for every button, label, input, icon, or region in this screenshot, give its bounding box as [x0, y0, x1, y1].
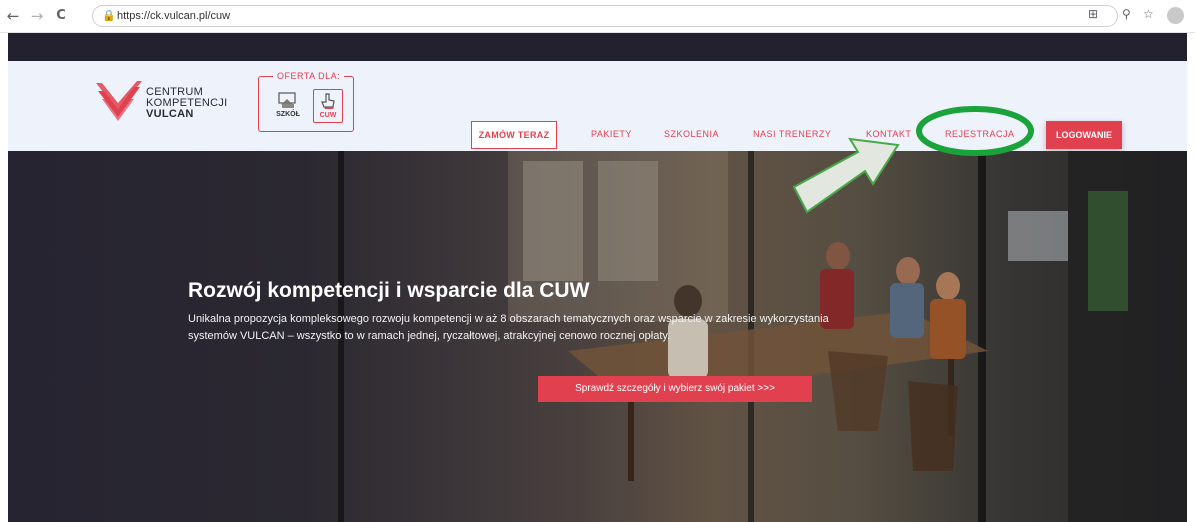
login-button[interactable]: LOGOWANIE [1046, 121, 1122, 149]
offer-label: OFERTA DLA: [273, 71, 345, 81]
website-viewport: CENTRUM KOMPETENCJI VULCAN OFERTA DLA: S… [8, 33, 1187, 522]
offer-item-cuw[interactable]: CUW [313, 89, 343, 123]
reload-icon[interactable]: C [52, 7, 70, 25]
back-icon[interactable]: ← [4, 7, 22, 25]
check-details-button[interactable]: Sprawdź szczegóły i wybierz swój pakiet … [538, 376, 812, 402]
lock-icon: 🔒 [102, 9, 116, 22]
nav-item-registration[interactable]: REJESTRACJA [945, 129, 1015, 139]
offer-item-schools[interactable]: SZKÓŁ [273, 89, 303, 123]
hand-pointer-icon [321, 93, 335, 109]
address-bar[interactable]: 🔒 https://ck.vulcan.pl/cuw [92, 5, 1118, 27]
logo-chevron-icon [96, 81, 142, 121]
nav-item-trainings[interactable]: SZKOLENIA [664, 129, 719, 139]
qr-code-icon[interactable]: ⊞ [1088, 7, 1098, 21]
offer-item-label: CUW [319, 112, 337, 119]
forward-icon[interactable]: → [28, 7, 46, 25]
hero-title: Rozwój kompetencji i wsparcie dla CUW [188, 279, 590, 302]
logo-text: CENTRUM KOMPETENCJI VULCAN [146, 87, 228, 120]
hero-section: Rozwój kompetencji i wsparcie dla CUW Un… [8, 151, 1187, 522]
order-now-button[interactable]: ZAMÓW TERAZ [471, 121, 557, 149]
hero-subtitle: Unikalna propozycja kompleksowego rozwoj… [188, 313, 829, 342]
school-icon [278, 92, 296, 108]
logo-line-3: VULCAN [146, 108, 194, 120]
vulcan-logo[interactable]: CENTRUM KOMPETENCJI VULCAN [96, 81, 246, 131]
top-strip [8, 33, 1187, 61]
profile-avatar[interactable] [1167, 7, 1184, 24]
offer-box: OFERTA DLA: SZKÓŁ CUW [258, 71, 354, 132]
nav-item-contact[interactable]: KONTAKT [866, 129, 911, 139]
browser-toolbar: ← → C 🔒 https://ck.vulcan.pl/cuw ⊞ ⚲ ☆ [0, 0, 1195, 33]
offer-item-label: SZKÓŁ [276, 111, 300, 118]
bookmark-star-icon[interactable]: ☆ [1143, 7, 1154, 21]
nav-item-packages[interactable]: PAKIETY [591, 129, 632, 139]
site-header: CENTRUM KOMPETENCJI VULCAN OFERTA DLA: S… [8, 61, 1187, 151]
zoom-icon[interactable]: ⚲ [1122, 7, 1131, 21]
nav-item-trainers[interactable]: NASI TRENERZY [753, 129, 831, 139]
url-text[interactable]: https://ck.vulcan.pl/cuw [117, 10, 230, 22]
